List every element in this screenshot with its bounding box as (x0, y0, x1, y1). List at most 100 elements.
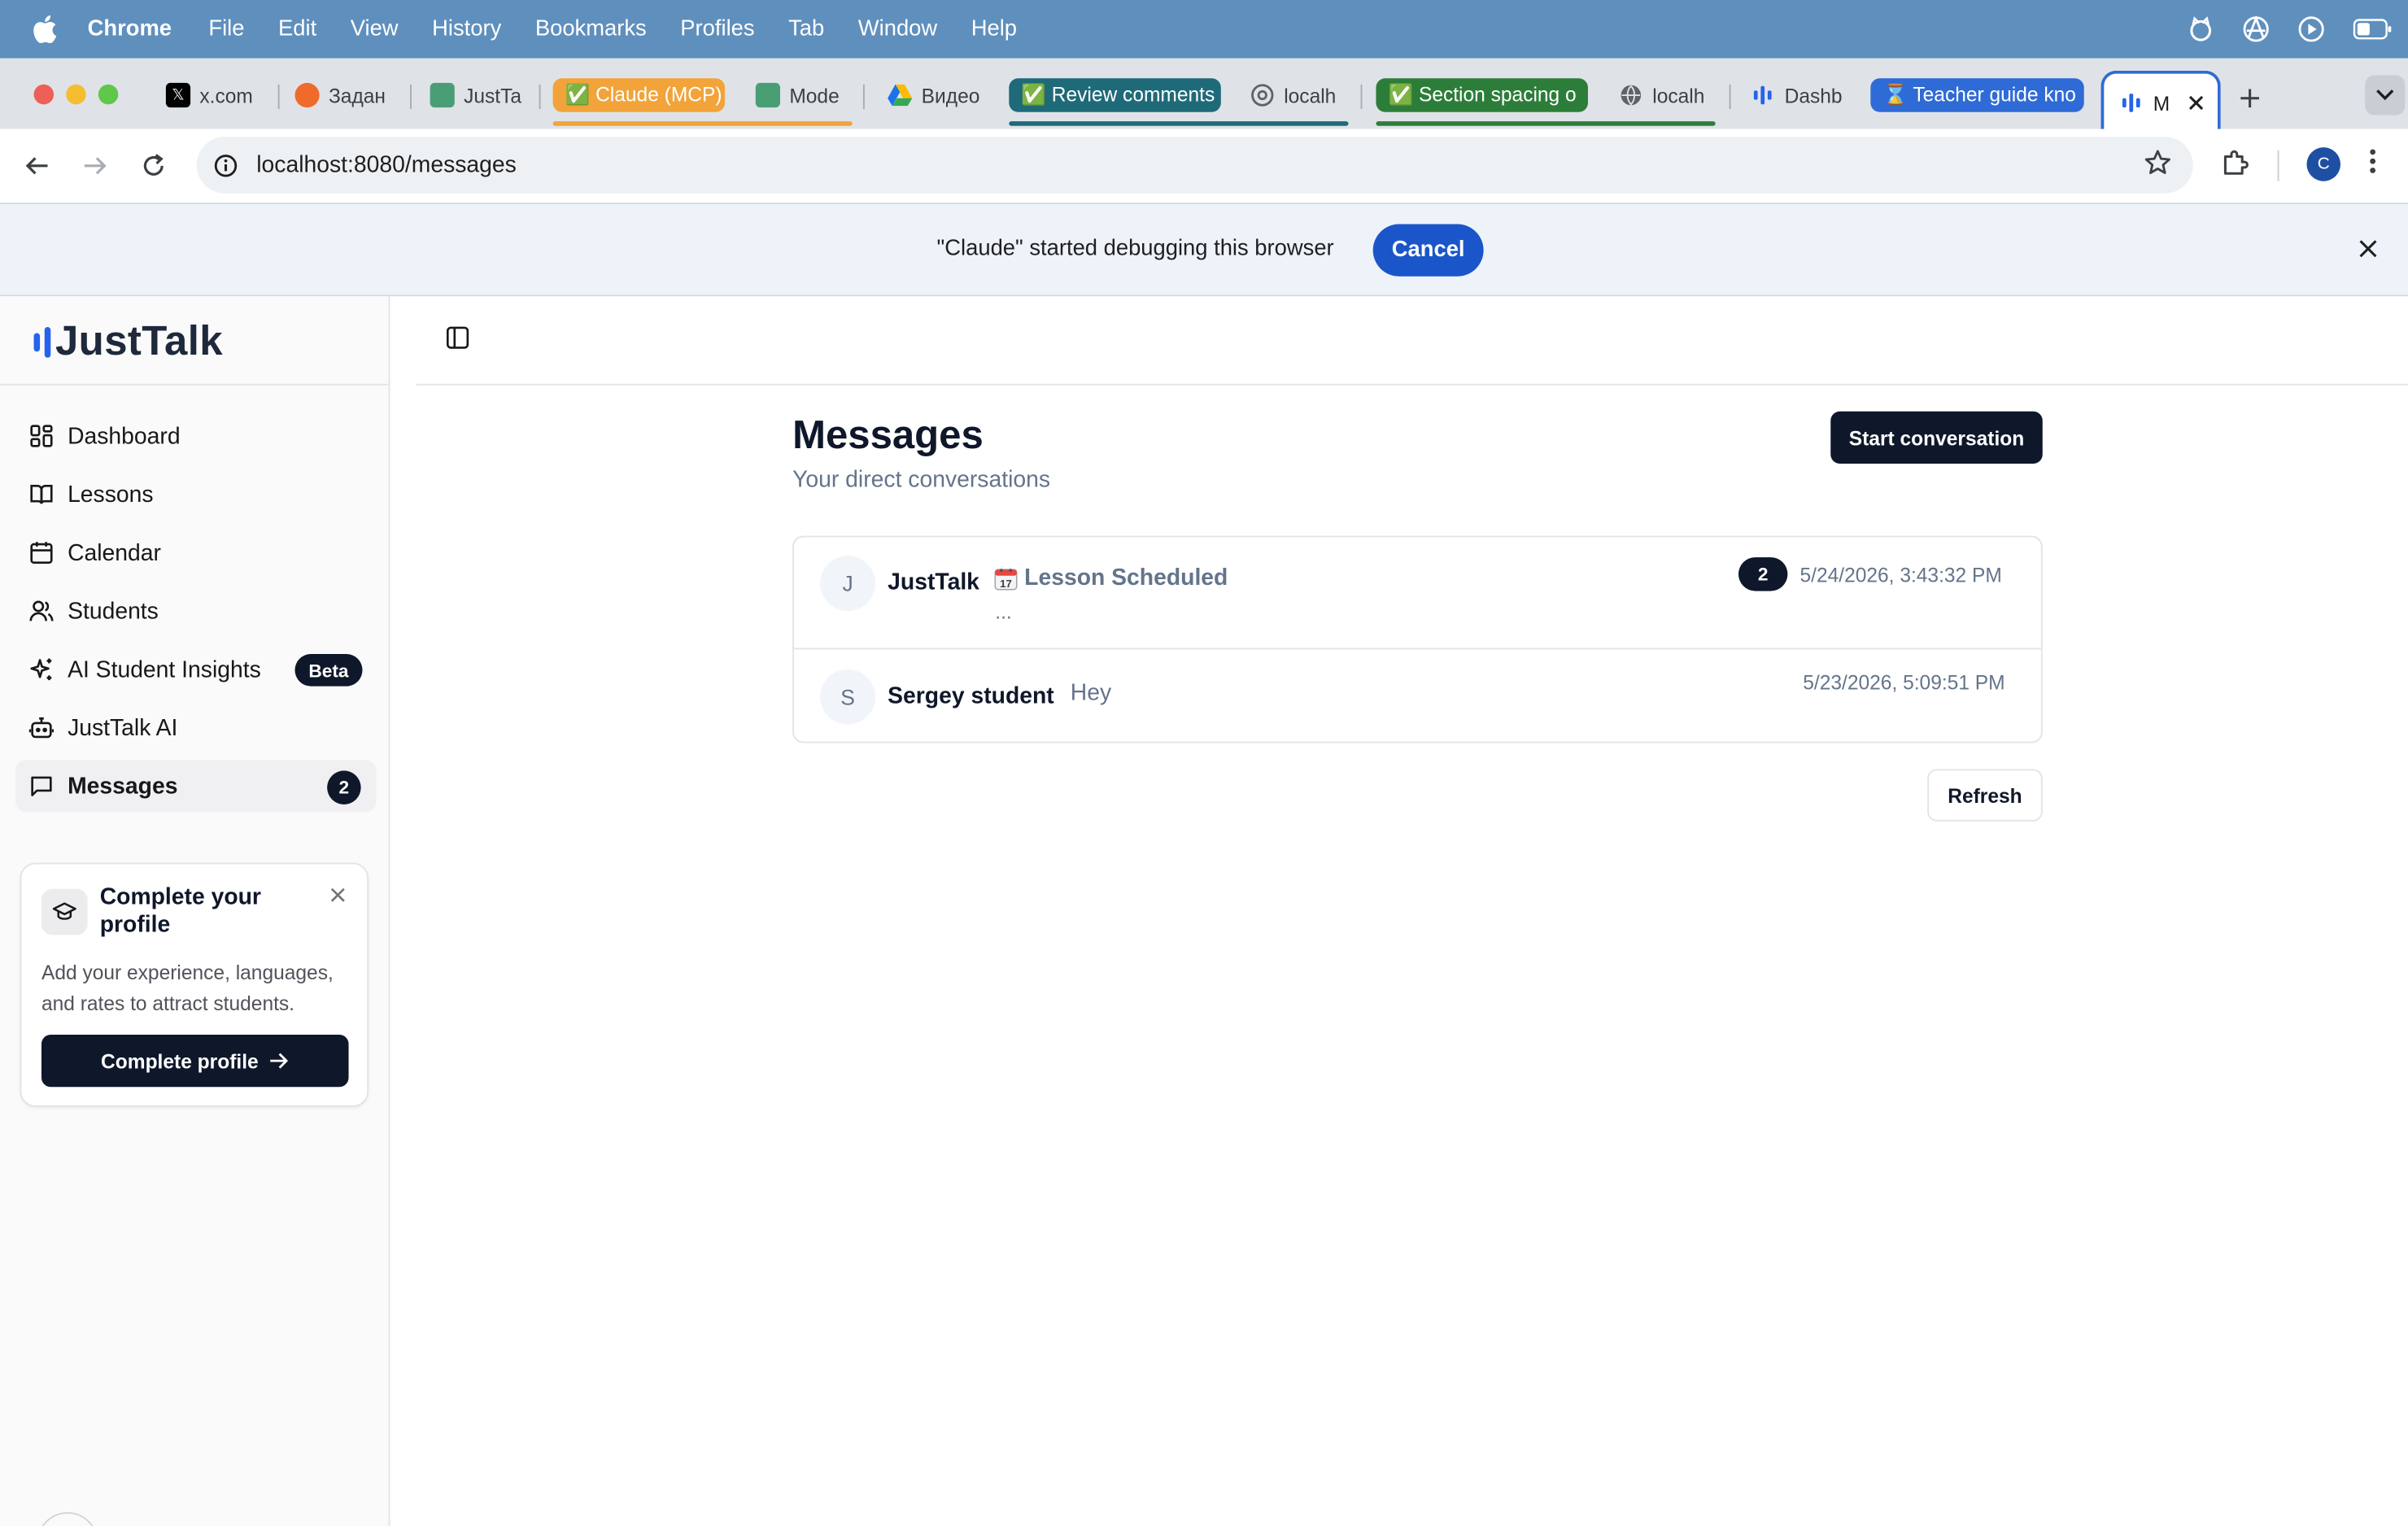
tab-label: Dashb (1784, 83, 1843, 107)
orange-globe-icon (294, 82, 320, 108)
tab-messages-active[interactable]: M (2100, 70, 2221, 133)
justtalk-favicon-icon (2119, 90, 2144, 115)
site-info-icon[interactable] (211, 150, 242, 181)
tab-search-button[interactable] (2365, 75, 2406, 116)
book-icon (28, 482, 54, 508)
arrow-right-icon (269, 1052, 290, 1070)
play-status-icon[interactable] (2297, 15, 2325, 43)
infobar-message: "Claude" started debugging this browser (936, 236, 1334, 261)
profile-card-description: Add your experience, languages, and rate… (41, 961, 334, 1015)
dismiss-card-icon[interactable] (329, 884, 347, 903)
menu-app-name[interactable]: Chrome (88, 17, 172, 41)
conversation-preview: 17 Lesson Scheduled (993, 565, 1228, 591)
browser-toolbar: localhost:8080/messages C (0, 129, 2408, 203)
conversation-timestamp: 5/24/2026, 3:43:32 PM (1799, 563, 2002, 586)
new-tab-button[interactable] (2239, 78, 2260, 118)
tab-localhost-1[interactable]: localh (1244, 75, 1346, 115)
bookmark-star-icon[interactable] (2144, 149, 2171, 184)
beta-badge: Beta (294, 653, 363, 687)
tab-label: ⌛ Teacher guide kno (1882, 82, 2076, 107)
sidebar-item-calendar[interactable]: Calendar (15, 526, 377, 578)
menu-profiles[interactable]: Profiles (680, 17, 754, 41)
profile-card-title: Complete your profile (99, 884, 261, 939)
unread-badge: 2 (1738, 557, 1788, 591)
menu-tab[interactable]: Tab (788, 17, 824, 41)
sidebar-divider (0, 383, 390, 386)
sidebar-item-label: Lessons (68, 481, 154, 508)
sidebar-item-lessons[interactable]: Lessons (15, 469, 377, 521)
preview-text: Lesson Scheduled (1024, 565, 1228, 591)
tab-label: localh (1652, 83, 1705, 107)
tab-dashboard[interactable]: Dashb (1745, 75, 1843, 115)
conversation-list: J JustTalk 17 Lesson Scheduled ... 2 5/2… (792, 535, 2043, 743)
back-button[interactable] (19, 147, 55, 184)
reload-button[interactable] (135, 147, 172, 184)
close-window-button[interactable] (33, 84, 55, 105)
sidebar-item-students[interactable]: Students (15, 585, 377, 637)
cancel-debugging-button[interactable]: Cancel (1372, 224, 1484, 277)
svg-text:17: 17 (1000, 577, 1012, 589)
tab-group-claude-mcp[interactable]: ✅ Claude (MCP) (552, 78, 726, 112)
address-bar[interactable]: localhost:8080/messages (196, 136, 2193, 194)
extensions-icon[interactable] (2221, 147, 2252, 178)
tab-label: localh (1284, 83, 1337, 107)
anarchy-status-icon[interactable] (2242, 15, 2270, 43)
tab-justtalk[interactable]: JustTa (424, 75, 526, 115)
browser-menu-icon[interactable] (2368, 147, 2377, 175)
cat-status-icon[interactable] (2187, 15, 2214, 43)
sparkles-icon (28, 656, 54, 682)
tab-group-teacher-guide[interactable]: ⌛ Teacher guide kno (1870, 78, 2084, 112)
tab-label: ✅ Section spacing o (1388, 82, 1577, 107)
tab-group-review-comments[interactable]: ✅ Review comments (1009, 78, 1221, 112)
tab-x[interactable]: 𝕏 x.com (159, 75, 267, 115)
conversation-timestamp: 5/23/2026, 5:09:51 PM (1803, 670, 2005, 695)
sidebar-item-justtalk-ai[interactable]: JustTalk AI (15, 701, 377, 753)
menu-history[interactable]: History (432, 17, 501, 41)
page-title: Messages (792, 411, 984, 458)
menu-view[interactable]: View (351, 17, 399, 41)
sidebar-item-ai-student-insights[interactable]: AI Student Insights Beta (15, 643, 377, 695)
menu-file[interactable]: File (208, 17, 244, 41)
green-monitor-icon (755, 82, 781, 108)
complete-profile-label: Complete profile (101, 1049, 259, 1073)
globe-icon (1250, 83, 1275, 107)
close-tab-icon[interactable] (2188, 95, 2204, 111)
user-avatar[interactable] (37, 1511, 98, 1526)
start-conversation-button[interactable]: Start conversation (1830, 411, 2043, 464)
zoom-window-button[interactable] (98, 84, 119, 105)
menu-help[interactable]: Help (971, 17, 1017, 41)
menu-window[interactable]: Window (858, 17, 937, 41)
tab-zadan[interactable]: Задан (289, 75, 399, 115)
conversation-row[interactable]: J JustTalk 17 Lesson Scheduled ... 2 5/2… (793, 538, 2041, 650)
tab-video[interactable]: Видео (882, 75, 980, 115)
minimize-window-button[interactable] (66, 84, 86, 105)
sidebar-item-messages[interactable]: Messages 2 (15, 760, 377, 813)
green-monitor-icon (430, 82, 455, 108)
sidebar-item-label: Calendar (68, 539, 161, 566)
close-infobar-icon[interactable] (2358, 238, 2382, 263)
calendar-emoji-icon: 17 (993, 565, 1018, 590)
forward-button[interactable] (76, 147, 113, 184)
refresh-button[interactable]: Refresh (1927, 769, 2043, 822)
tab-label: Задан (328, 83, 386, 107)
profile-avatar-button[interactable]: C (2306, 147, 2341, 181)
sidebar-item-dashboard[interactable]: Dashboard (15, 410, 377, 462)
menu-edit[interactable]: Edit (278, 17, 316, 41)
status-area (2187, 0, 2393, 59)
tab-group-section-spacing[interactable]: ✅ Section spacing o (1376, 78, 1588, 112)
tab-localhost-2[interactable]: localh (1612, 75, 1714, 115)
apple-logo-icon[interactable] (33, 15, 57, 43)
toggle-sidebar-icon[interactable] (445, 325, 473, 353)
menu-bookmarks[interactable]: Bookmarks (535, 17, 647, 41)
calendar-icon (28, 539, 54, 565)
sidebar-nav: Dashboard Lessons Calendar Students AI S… (15, 410, 377, 818)
brand-logo[interactable]: JustTalk (33, 318, 223, 366)
conversation-name: JustTalk (888, 569, 979, 596)
x-logo-icon: 𝕏 (165, 82, 191, 108)
battery-icon[interactable] (2353, 15, 2393, 43)
tab-label: Видео (921, 83, 980, 107)
tab-mode[interactable]: Mode (749, 75, 848, 115)
complete-profile-button[interactable]: Complete profile (41, 1035, 349, 1088)
url-text[interactable]: localhost:8080/messages (256, 152, 517, 178)
conversation-row[interactable]: S Sergey student Hey 5/23/2026, 5:09:51 … (794, 649, 2041, 741)
